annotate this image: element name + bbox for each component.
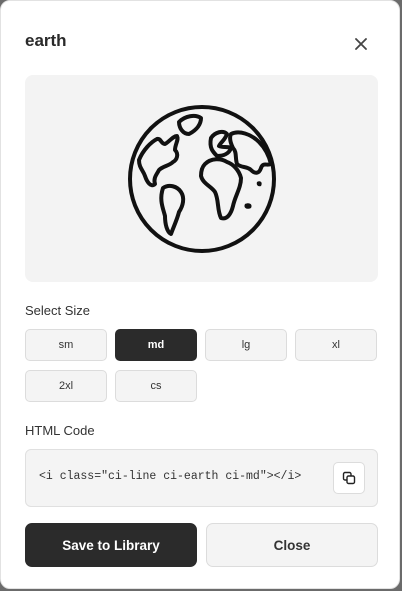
size-option-sm[interactable]: sm <box>25 329 107 361</box>
size-option-cs[interactable]: cs <box>115 370 197 402</box>
icon-detail-modal: earth Select Size sm md lg xl 2xl cs HTM… <box>0 0 400 589</box>
modal-title: earth <box>25 31 67 50</box>
copy-icon <box>342 471 356 485</box>
select-size-label: Select Size <box>25 303 91 318</box>
save-to-library-button[interactable]: Save to Library <box>25 523 197 567</box>
copy-button[interactable] <box>333 462 365 494</box>
html-code-snippet[interactable]: <i class="ci-line ci-earth ci-md"></i> <box>39 470 327 483</box>
close-button[interactable]: Close <box>206 523 378 567</box>
earth-globe-icon <box>127 104 276 253</box>
size-option-2xl[interactable]: 2xl <box>25 370 107 402</box>
size-option-md[interactable]: md <box>115 329 197 361</box>
size-option-lg[interactable]: lg <box>205 329 287 361</box>
icon-preview <box>25 75 378 282</box>
close-icon[interactable] <box>349 32 373 56</box>
html-code-label: HTML Code <box>25 423 95 438</box>
html-code-box: <i class="ci-line ci-earth ci-md"></i> <box>25 449 378 507</box>
size-option-xl[interactable]: xl <box>295 329 377 361</box>
